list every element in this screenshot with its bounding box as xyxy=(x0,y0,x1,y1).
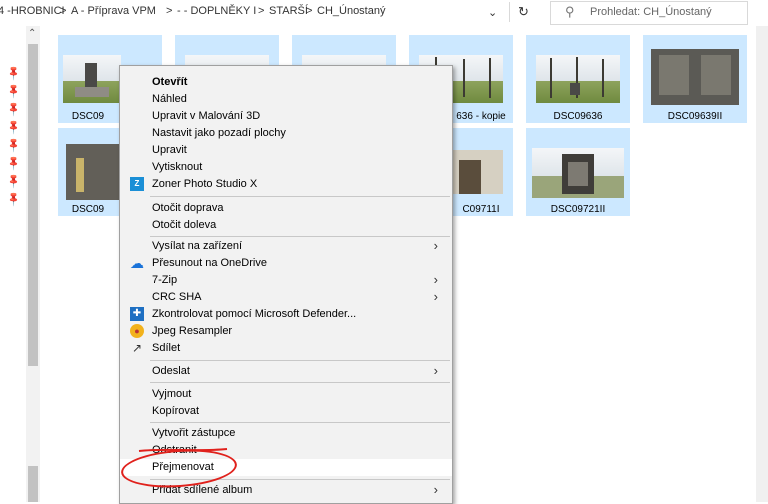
file-item[interactable]: DSC09636 xyxy=(526,35,630,123)
menu-item-label: Nastavit jako pozadí plochy xyxy=(152,127,286,139)
file-name: DSC09636 xyxy=(553,111,603,122)
menu-item-label: Přesunout na OneDrive xyxy=(152,257,267,269)
nav-scrollbar-thumb[interactable] xyxy=(28,44,38,366)
menu-separator xyxy=(150,196,450,197)
breadcrumb-item[interactable]: CH_Únostaný xyxy=(317,5,385,17)
menu-item-label: Náhled xyxy=(152,93,187,105)
menu-item-rotate-left[interactable]: Otočit doleva xyxy=(120,217,452,234)
scroll-up-icon[interactable]: ⌃ xyxy=(28,28,36,39)
menu-item-preview[interactable]: Náhled xyxy=(120,91,452,108)
menu-item-label: Otočit doprava xyxy=(152,202,224,214)
menu-item-label: CRC SHA xyxy=(152,291,202,303)
file-name: DSC09 xyxy=(71,204,105,215)
menu-item-label: Kopírovat xyxy=(152,405,200,417)
menu-item-label: Sdílet xyxy=(152,342,181,354)
menu-item-label: Jpeg Resampler xyxy=(152,325,233,337)
address-bar: 4 -HROBNICI > A - Příprava VPM > - - DOP… xyxy=(0,0,768,26)
refresh-icon[interactable]: ↻ xyxy=(518,4,529,20)
breadcrumb-item[interactable]: A - Příprava VPM xyxy=(71,5,156,17)
file-name: C09711I xyxy=(462,204,500,215)
breadcrumb-separator: > xyxy=(166,5,173,17)
chevron-down-icon[interactable]: ⌄ xyxy=(488,6,497,19)
menu-separator xyxy=(150,422,450,423)
thumbnail-image xyxy=(532,148,624,198)
menu-item-label: Vysílat na zařízení xyxy=(152,240,243,252)
nav-scrollbar-thumb[interactable] xyxy=(28,466,38,502)
menu-item-copy[interactable]: Kopírovat xyxy=(120,403,452,420)
menu-item-share[interactable]: ↗ Sdílet xyxy=(120,340,452,357)
breadcrumb: 4 -HROBNICI > A - Příprava VPM > - - DOP… xyxy=(0,0,490,24)
onedrive-icon: ☁ xyxy=(130,255,144,271)
share-icon: ↗ xyxy=(131,341,143,355)
menu-item-label: Upravit xyxy=(152,144,187,156)
menu-item-zoner[interactable]: Z Zoner Photo Studio X xyxy=(120,176,452,193)
menu-item-label: Otočit doleva xyxy=(152,219,217,231)
chevron-right-icon: › xyxy=(433,363,438,378)
file-item[interactable]: DSC09721II xyxy=(526,128,630,216)
thumbnail-image xyxy=(536,55,620,103)
menu-separator xyxy=(150,382,450,383)
menu-item-label: Vytvořit zástupce xyxy=(152,427,236,439)
defender-icon: ✚ xyxy=(130,307,144,321)
menu-item-label: 7-Zip xyxy=(152,274,178,286)
search-icon: ⚲ xyxy=(565,4,575,19)
menu-item-crc-sha[interactable]: CRC SHA › xyxy=(120,289,452,306)
search-placeholder: Prohledat: CH_Únostaný xyxy=(590,6,712,18)
menu-item-defender-scan[interactable]: ✚ Zkontrolovat pomocí Microsoft Defender… xyxy=(120,306,452,323)
breadcrumb-item[interactable]: - - DOPLNĚKY I xyxy=(177,5,256,17)
menu-item-set-desktop-background[interactable]: Nastavit jako pozadí plochy xyxy=(120,125,452,142)
menu-separator xyxy=(150,236,450,237)
menu-item-label: Odeslat xyxy=(152,365,190,377)
breadcrumb-separator: > xyxy=(306,5,313,17)
breadcrumb-separator: > xyxy=(60,5,67,17)
file-name: DSC09 xyxy=(71,111,105,122)
zoner-icon: Z xyxy=(130,177,144,191)
menu-item-label: Upravit v Malování 3D xyxy=(152,110,261,122)
menu-item-7zip[interactable]: 7-Zip › xyxy=(120,272,452,289)
menu-separator xyxy=(150,360,450,361)
menu-item-send-to[interactable]: Odeslat › xyxy=(120,363,452,380)
menu-item-label: Otevřít xyxy=(152,76,188,88)
menu-item-label: Zkontrolovat pomocí Microsoft Defender..… xyxy=(152,308,357,320)
chevron-right-icon: › xyxy=(433,482,438,497)
file-name: DSC09721II xyxy=(550,204,606,215)
menu-item-cut[interactable]: Vyjmout xyxy=(120,386,452,403)
menu-item-print[interactable]: Vytisknout xyxy=(120,159,452,176)
menu-item-label: Vyjmout xyxy=(152,388,192,400)
jpeg-resampler-icon: ● xyxy=(130,324,144,338)
file-name: 636 - kopie xyxy=(456,111,506,122)
menu-item-rotate-right[interactable]: Otočit doprava xyxy=(120,200,452,217)
breadcrumb-item[interactable]: 4 -HROBNICI xyxy=(0,5,65,17)
breadcrumb-item[interactable]: STARŠÍ xyxy=(269,5,308,17)
breadcrumb-separator: > xyxy=(258,5,265,17)
menu-item-cast-to-device[interactable]: Vysílat na zařízení › xyxy=(120,238,452,255)
menu-item-edit-paint3d[interactable]: Upravit v Malování 3D xyxy=(120,108,452,125)
file-name: DSC09639II xyxy=(667,111,723,122)
thumbnail-image xyxy=(651,49,739,105)
file-item[interactable]: DSC09639II xyxy=(643,35,747,123)
menu-item-move-onedrive[interactable]: ☁ Přesunout na OneDrive xyxy=(120,255,452,272)
menu-item-jpeg-resampler[interactable]: ● Jpeg Resampler xyxy=(120,323,452,340)
chevron-right-icon: › xyxy=(433,238,438,253)
thumbnail-image xyxy=(66,144,122,200)
context-menu: Otevřít Náhled Upravit v Malování 3D Nas… xyxy=(119,65,453,504)
chevron-right-icon: › xyxy=(433,272,438,287)
menu-item-open[interactable]: Otevřít xyxy=(120,74,452,91)
thumbnail-image xyxy=(63,55,121,103)
menu-item-label: Vytisknout xyxy=(152,161,203,173)
chevron-right-icon: › xyxy=(433,289,438,304)
menu-item-edit[interactable]: Upravit xyxy=(120,142,452,159)
divider xyxy=(509,2,510,22)
content-scrollbar[interactable] xyxy=(756,26,768,502)
menu-item-label: Zoner Photo Studio X xyxy=(152,178,258,190)
menu-item-create-shortcut[interactable]: Vytvořit zástupce xyxy=(120,425,452,442)
